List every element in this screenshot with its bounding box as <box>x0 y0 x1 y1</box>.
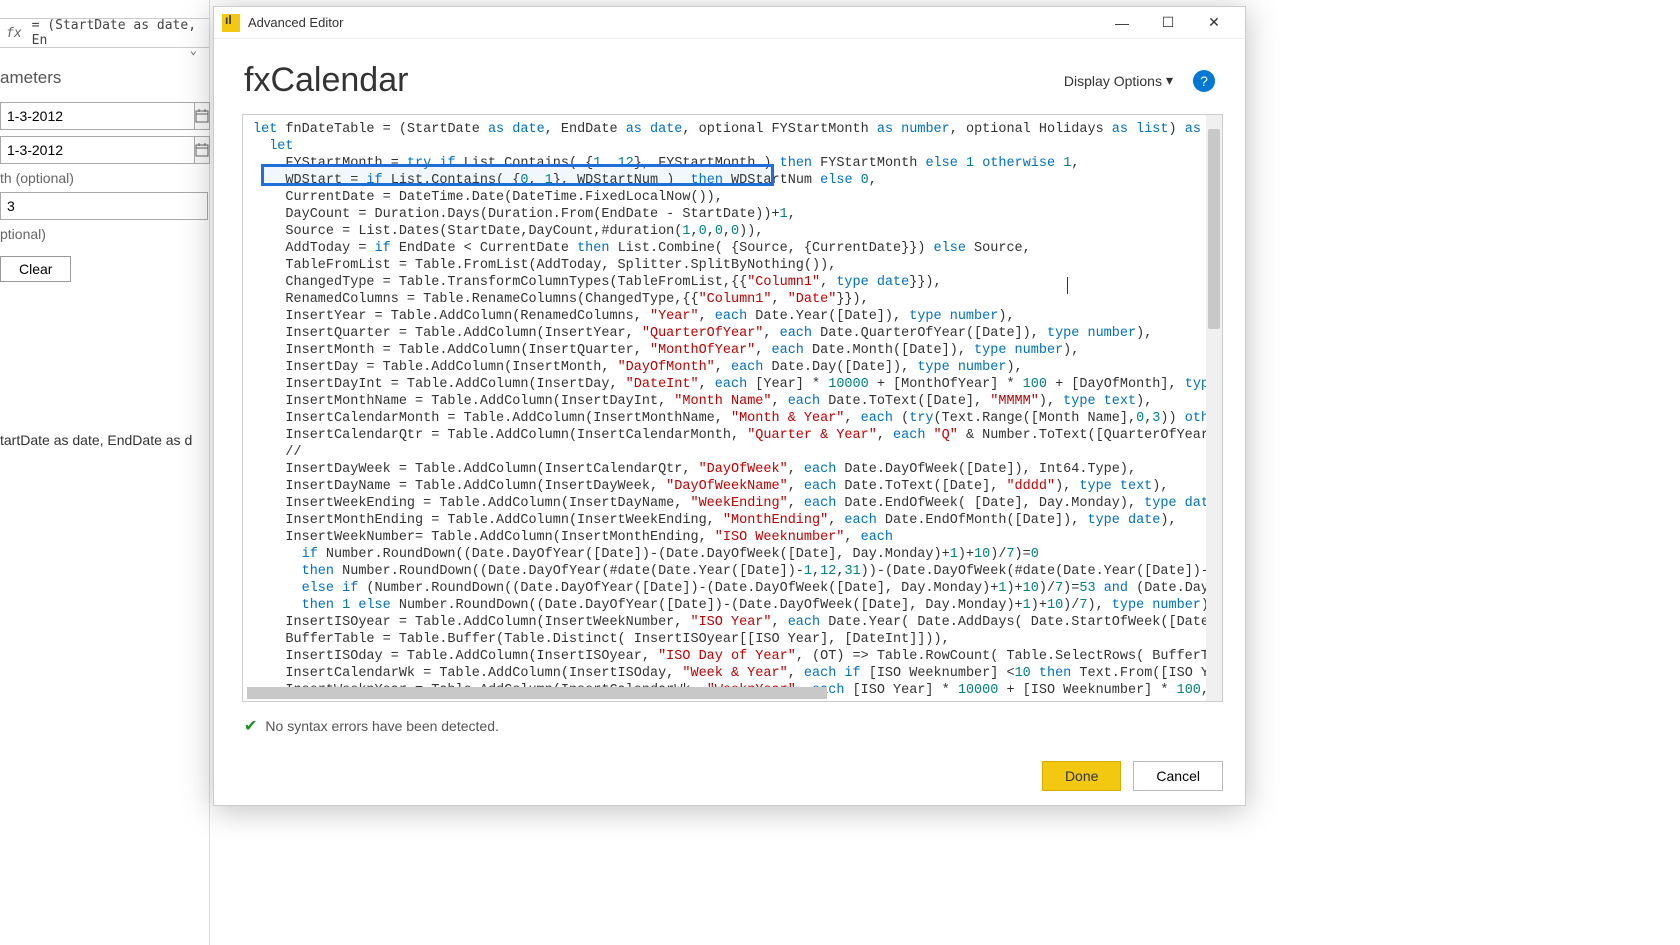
opt-label-2: ptional) <box>0 226 208 242</box>
dialog-header: fxCalendar Display Options▾ ? <box>214 39 1245 108</box>
maximize-button[interactable]: ☐ <box>1145 8 1191 38</box>
horizontal-scrollbar[interactable] <box>247 687 827 699</box>
fx-icon: fx <box>6 26 22 41</box>
fn-signature-text: tartDate as date, EndDate as d <box>0 432 192 448</box>
status-row: ✔ No syntax errors have been detected. <box>214 708 1245 744</box>
text-caret <box>1067 277 1068 294</box>
formula-bar[interactable]: fx = (StartDate as date, En ⌄ <box>0 18 209 48</box>
done-button[interactable]: Done <box>1042 761 1121 791</box>
titlebar-text: Advanced Editor <box>248 15 343 30</box>
end-date-input[interactable] <box>0 136 195 164</box>
expand-icon[interactable]: ⌄ <box>190 43 197 57</box>
start-date-input[interactable] <box>0 102 195 130</box>
query-title: fxCalendar <box>244 61 408 100</box>
vertical-scrollbar[interactable] <box>1206 115 1222 701</box>
display-options-dropdown[interactable]: Display Options▾ <box>1064 72 1173 89</box>
date-picker-icon[interactable] <box>195 102 210 130</box>
code-editor[interactable]: let fnDateTable = (StartDate as date, En… <box>242 114 1223 702</box>
dialog-footer: Done Cancel <box>1042 761 1223 791</box>
parameters-heading: ameters <box>0 60 208 96</box>
check-icon: ✔ <box>244 716 257 736</box>
titlebar[interactable]: Advanced Editor — ☐ ✕ <box>214 7 1245 39</box>
close-button[interactable]: ✕ <box>1191 8 1237 38</box>
opt-label-1: th (optional) <box>0 170 208 186</box>
status-text: No syntax errors have been detected. <box>265 718 498 734</box>
help-button[interactable]: ? <box>1193 70 1215 92</box>
cancel-button[interactable]: Cancel <box>1133 761 1223 791</box>
clear-button[interactable]: Clear <box>0 256 71 282</box>
advanced-editor-dialog: Advanced Editor — ☐ ✕ fxCalendar Display… <box>213 6 1246 806</box>
minimize-button[interactable]: — <box>1099 8 1145 38</box>
date-picker-icon[interactable] <box>195 136 210 164</box>
formula-text: = (StartDate as date, En <box>32 18 203 48</box>
chevron-down-icon: ▾ <box>1166 72 1173 89</box>
background-panel: fx = (StartDate as date, En ⌄ ameters th… <box>0 0 210 945</box>
app-icon <box>222 14 240 32</box>
side-content: ameters th (optional) ptional) Clear tar… <box>0 60 208 282</box>
opt-month-input[interactable] <box>0 192 208 220</box>
